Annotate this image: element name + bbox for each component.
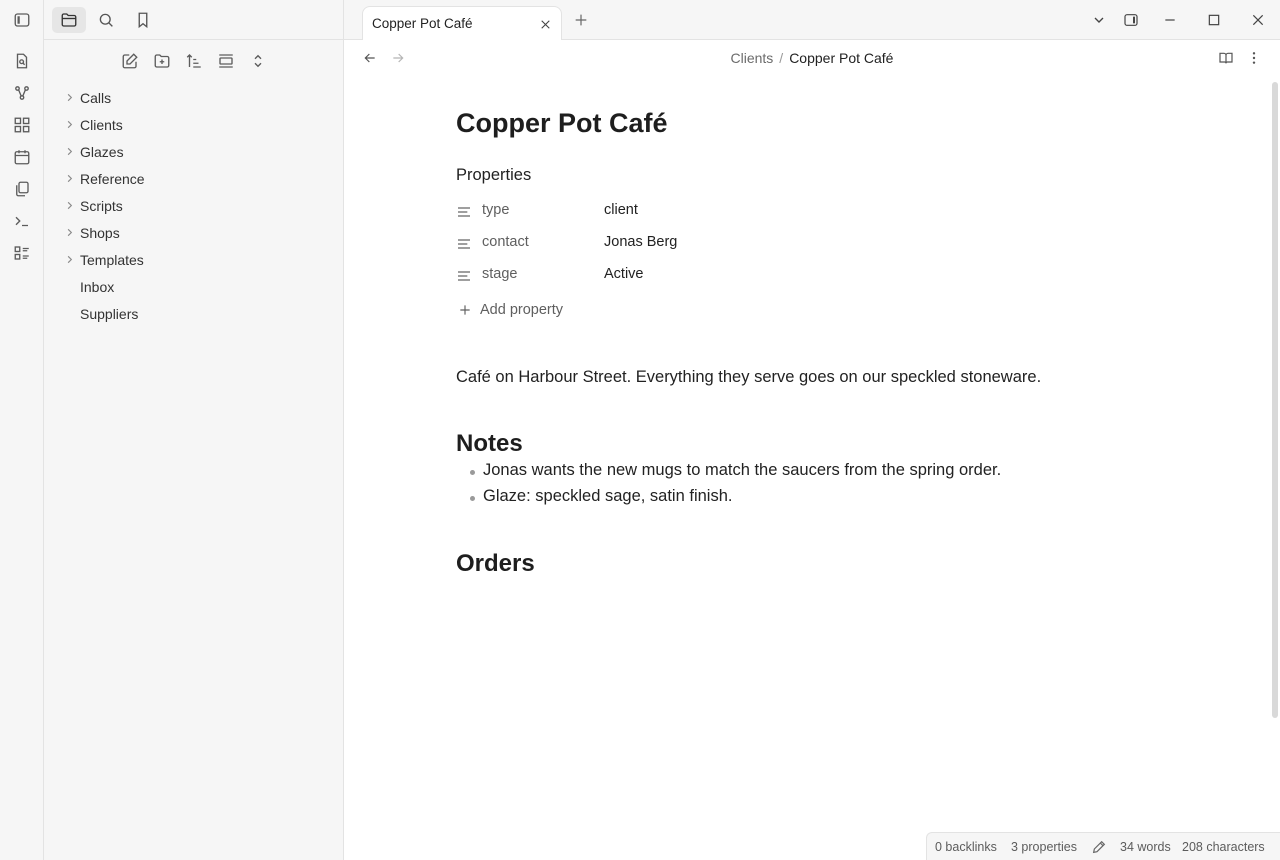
text-property-icon[interactable] [456,236,472,252]
file-explorer-actions [44,48,344,74]
breadcrumb-parent[interactable]: Clients [731,50,774,66]
open-quick-switcher-icon[interactable] [10,49,34,73]
property-row[interactable]: stage Active [456,264,1056,288]
chevron-right-icon[interactable] [62,225,76,239]
new-note-icon[interactable] [119,50,141,72]
character-count: 208 characters [1182,840,1265,854]
properties-count[interactable]: 3 properties [1011,840,1077,854]
breadcrumb-separator: / [779,50,784,66]
collapse-all-icon[interactable] [247,50,269,72]
folder-label: Glazes [80,143,124,160]
list-item[interactable]: Jonas wants the new mugs to match the sa… [470,461,1001,480]
chevron-right-icon[interactable] [62,90,76,104]
bases-icon[interactable] [10,241,34,265]
property-value[interactable]: Jonas Berg [604,234,677,250]
file-explorer-sidebar: Calls Clients Glazes Reference Scripts S… [44,0,344,860]
backlinks-count[interactable]: 0 backlinks [935,840,997,854]
list-item-text: Glaze: speckled sage, satin finish. [483,487,733,505]
reading-view-book-icon[interactable] [1217,49,1235,67]
folder-item-scripts[interactable]: Scripts [44,192,344,219]
properties-heading[interactable]: Properties [456,166,531,185]
graph-view-icon[interactable] [10,81,34,105]
note-paragraph[interactable]: Café on Harbour Street. Everything they … [456,368,1041,387]
folder-item-calls[interactable]: Calls [44,84,344,111]
property-key[interactable]: type [482,202,509,218]
list-item-text: Jonas wants the new mugs to match the sa… [483,461,1002,479]
orders-heading[interactable]: Orders [456,550,535,578]
file-label: Suppliers [80,305,139,322]
view-header: Clients / Copper Pot Café [344,40,1280,76]
canvas-icon[interactable] [10,113,34,137]
scrollbar-thumb[interactable] [1272,82,1278,718]
command-palette-icon[interactable] [10,209,34,233]
folder-label: Scripts [80,197,123,214]
notes-heading[interactable]: Notes [456,430,523,458]
file-label: Inbox [80,278,115,295]
text-property-icon[interactable] [456,204,472,220]
property-key[interactable]: stage [482,266,517,282]
chevron-right-icon[interactable] [62,171,76,185]
sidebar-toggle-icon[interactable] [10,8,34,32]
note-title[interactable]: Copper Pot Café [456,108,668,139]
tab-title: Copper Pot Café [372,16,473,31]
file-explorer-icon[interactable] [52,7,86,33]
tab-bar: Copper Pot Café [344,0,1280,41]
plus-icon [460,305,470,315]
daily-note-icon[interactable] [10,145,34,169]
folder-item-reference[interactable]: Reference [44,165,344,192]
sort-icon[interactable] [183,50,205,72]
breadcrumb: Clients / Copper Pot Café [344,50,1280,66]
sidebar-tab-bar [44,0,344,40]
file-item-inbox[interactable]: Inbox [44,273,344,300]
ribbon [0,0,44,860]
close-icon[interactable] [537,16,553,32]
status-bar: 0 backlinks 3 properties 34 words 208 ch… [926,832,1280,860]
new-tab-icon[interactable] [572,11,590,29]
tab-copper-pot-cafe[interactable]: Copper Pot Café [362,6,562,41]
file-item-suppliers[interactable]: Suppliers [44,300,344,327]
bookmarks-icon[interactable] [126,7,160,33]
chevron-right-icon[interactable] [62,252,76,266]
folder-item-glazes[interactable]: Glazes [44,138,344,165]
templates-icon[interactable] [10,177,34,201]
folder-item-clients[interactable]: Clients [44,111,344,138]
minimize-icon[interactable] [1161,11,1179,29]
maximize-icon[interactable] [1205,11,1223,29]
window-close-icon[interactable] [1249,11,1267,29]
new-folder-icon[interactable] [151,50,173,72]
property-value[interactable]: Active [604,266,644,282]
folder-item-templates[interactable]: Templates [44,246,344,273]
property-row[interactable]: contact Jonas Berg [456,232,1056,256]
text-property-icon[interactable] [456,268,472,284]
add-property-button[interactable]: Add property [458,302,563,318]
auto-reveal-icon[interactable] [215,50,237,72]
folder-label: Templates [80,251,144,268]
folder-label: Clients [80,116,123,133]
folder-item-shops[interactable]: Shops [44,219,344,246]
folder-label: Shops [80,224,120,241]
tab-list-chevron-down-icon[interactable] [1090,11,1108,29]
folder-label: Reference [80,170,145,187]
property-row[interactable]: type client [456,200,1056,224]
list-item[interactable]: Glaze: speckled sage, satin finish. [470,487,732,506]
chevron-right-icon[interactable] [62,198,76,212]
breadcrumb-current[interactable]: Copper Pot Café [789,50,893,66]
file-tree: Calls Clients Glazes Reference Scripts S… [44,84,344,327]
add-property-label: Add property [480,302,564,318]
property-key[interactable]: contact [482,234,529,250]
pencil-icon[interactable] [1091,839,1107,855]
more-options-icon[interactable] [1245,49,1263,67]
chevron-right-icon[interactable] [62,117,76,131]
property-value[interactable]: client [604,202,638,218]
search-icon[interactable] [89,7,123,33]
word-count: 34 words [1120,840,1171,854]
right-sidebar-toggle-icon[interactable] [1122,11,1140,29]
folder-label: Calls [80,89,112,106]
chevron-right-icon[interactable] [62,144,76,158]
